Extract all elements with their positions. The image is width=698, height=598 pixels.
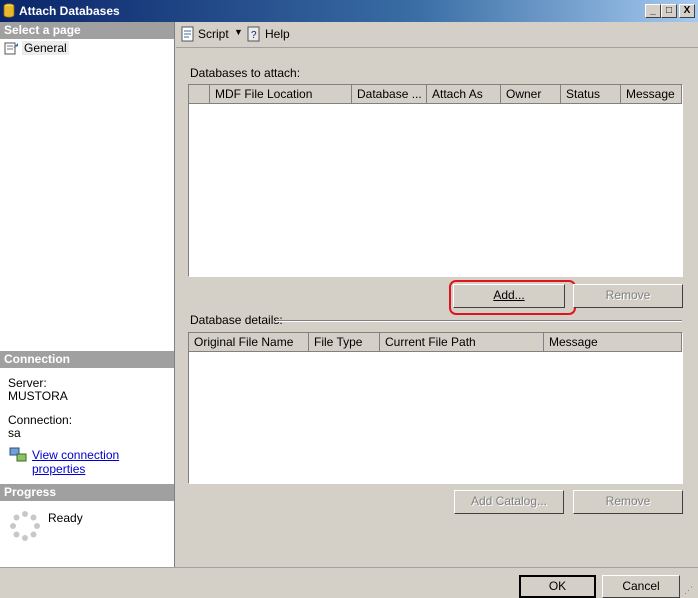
database-details-grid[interactable]: Original File Name File Type Current Fil… bbox=[188, 332, 683, 484]
help-icon: ? bbox=[247, 26, 260, 42]
remove-attach-button[interactable]: Remove bbox=[573, 284, 683, 308]
column-header-message[interactable]: Message bbox=[621, 85, 682, 104]
minimize-button[interactable]: _ bbox=[645, 4, 661, 18]
connection-label: Connection: bbox=[8, 413, 73, 427]
close-button[interactable]: X bbox=[679, 4, 695, 18]
maximize-button[interactable]: □ bbox=[661, 4, 677, 18]
databases-to-attach-grid[interactable]: MDF File Location Database ... Attach As… bbox=[188, 84, 683, 277]
page-label: General bbox=[22, 41, 69, 55]
script-icon bbox=[181, 26, 194, 42]
add-button-label: Add... bbox=[493, 288, 525, 302]
progress-header: Progress bbox=[0, 484, 174, 501]
add-catalog-button[interactable]: Add Catalog... bbox=[454, 490, 564, 514]
details-grid-header: Original File Name File Type Current Fil… bbox=[189, 333, 682, 352]
connection-header: Connection bbox=[0, 351, 174, 368]
column-header-select[interactable] bbox=[189, 85, 210, 104]
progress-status: Ready bbox=[48, 511, 83, 525]
cancel-button[interactable]: Cancel bbox=[602, 575, 680, 598]
script-label: Script bbox=[198, 27, 229, 41]
help-label: Help bbox=[265, 27, 290, 41]
title-bar[interactable]: Attach Databases _ □ X bbox=[0, 0, 698, 22]
connection-value: sa bbox=[8, 426, 21, 440]
remove-details-button[interactable]: Remove bbox=[573, 490, 683, 514]
help-button[interactable]: ? Help bbox=[245, 24, 291, 44]
column-header-current-file-path[interactable]: Current File Path bbox=[380, 333, 544, 352]
server-value: MUSTORA bbox=[8, 389, 68, 403]
column-header-status[interactable]: Status bbox=[561, 85, 621, 104]
server-label: Server: bbox=[8, 376, 47, 390]
column-header-file-type[interactable]: File Type bbox=[309, 333, 380, 352]
database-details-label: Database details: bbox=[190, 313, 283, 327]
database-icon bbox=[3, 3, 15, 18]
column-header-detail-message[interactable]: Message bbox=[544, 333, 682, 352]
ok-button[interactable]: OK bbox=[519, 575, 596, 598]
page-icon bbox=[4, 42, 18, 55]
add-button[interactable]: Add... bbox=[453, 284, 565, 308]
progress-spinner-icon bbox=[10, 511, 40, 541]
column-header-owner[interactable]: Owner bbox=[501, 85, 561, 104]
databases-to-attach-label: Databases to attach: bbox=[190, 66, 301, 80]
script-button[interactable]: Script ▼ bbox=[178, 24, 248, 44]
column-header-database-name[interactable]: Database ... bbox=[352, 85, 427, 104]
toolbar: Script ▼ ? Help bbox=[176, 22, 698, 48]
left-panel: Select a page General Connection Server:… bbox=[0, 22, 175, 567]
dropdown-arrow-icon[interactable]: ▼ bbox=[234, 27, 243, 37]
resize-grip-icon[interactable]: ⋰ bbox=[684, 585, 696, 597]
column-header-attach-as[interactable]: Attach As bbox=[427, 85, 501, 104]
window-title: Attach Databases bbox=[19, 4, 120, 18]
attach-grid-header: MDF File Location Database ... Attach As… bbox=[189, 85, 682, 104]
dialog-footer: OK Cancel ⋰ bbox=[0, 567, 698, 598]
section-divider bbox=[276, 320, 682, 322]
connection-properties-icon bbox=[9, 447, 27, 462]
column-header-mdf-file-location[interactable]: MDF File Location bbox=[210, 85, 352, 104]
page-item-general[interactable]: General bbox=[3, 40, 69, 57]
column-header-original-file-name[interactable]: Original File Name bbox=[189, 333, 309, 352]
select-page-header: Select a page bbox=[0, 22, 174, 39]
view-connection-properties-link[interactable]: View connection properties bbox=[32, 448, 174, 476]
svg-text:?: ? bbox=[251, 30, 257, 41]
